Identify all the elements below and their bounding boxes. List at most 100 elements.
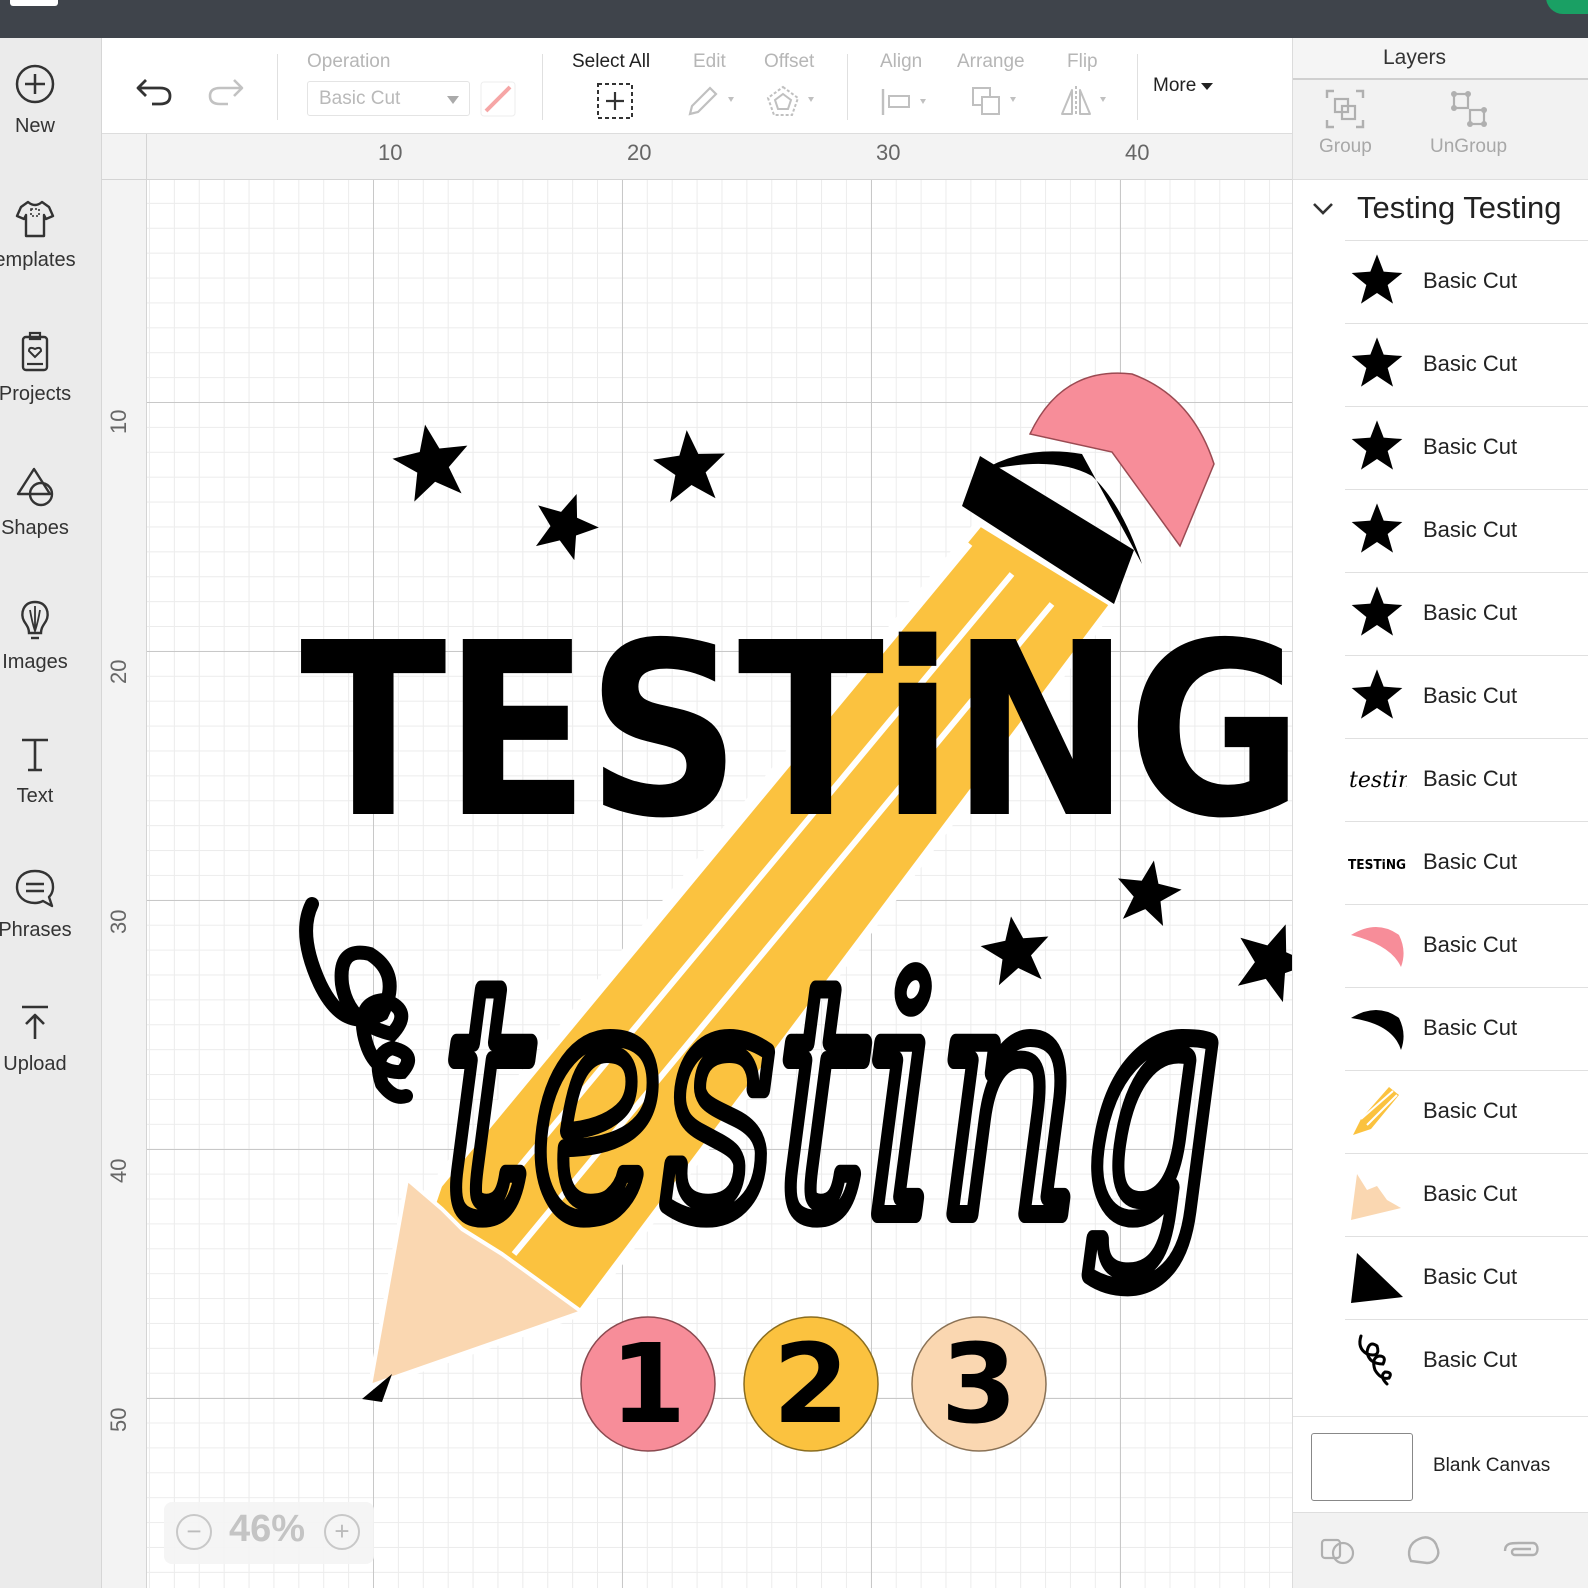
flip-label: Flip bbox=[1067, 51, 1098, 72]
chevron-down-icon[interactable] bbox=[1309, 194, 1337, 222]
select-all-icon[interactable] bbox=[596, 82, 634, 120]
material-color-swatch[interactable] bbox=[480, 81, 516, 117]
blank-canvas-row[interactable]: Blank Canvas bbox=[1293, 1416, 1588, 1512]
offset-icon[interactable] bbox=[766, 84, 822, 118]
layer-name: Basic Cut bbox=[1423, 600, 1518, 625]
nav-upload[interactable]: Upload bbox=[0, 1000, 102, 1110]
operation-select[interactable]: Basic Cut bbox=[307, 81, 470, 116]
ruler-tick: 20 bbox=[106, 659, 131, 684]
menu-icon[interactable] bbox=[10, 0, 58, 6]
shapes-icon bbox=[16, 467, 54, 507]
layer-row[interactable]: Basic Cut bbox=[1345, 1153, 1588, 1236]
more-label: More bbox=[1153, 75, 1197, 96]
layer-name: Basic Cut bbox=[1423, 351, 1518, 376]
nav-templates[interactable]: emplates bbox=[0, 196, 102, 306]
layer-thumbnail-testing-bold: TESTiNG bbox=[1347, 832, 1407, 894]
layer-row[interactable]: Basic Cut bbox=[1345, 1070, 1588, 1153]
canvas-swatch[interactable] bbox=[1311, 1433, 1413, 1501]
layer-row[interactable]: Basic Cut bbox=[1345, 904, 1588, 987]
nav-templates-label: emplates bbox=[0, 249, 76, 271]
layer-thumbnail-peach-tip bbox=[1347, 1164, 1407, 1226]
arrange-icon[interactable] bbox=[970, 84, 1024, 118]
nav-images[interactable]: Images bbox=[0, 598, 102, 708]
undo-icon[interactable] bbox=[134, 72, 174, 108]
offset-label: Offset bbox=[764, 51, 815, 72]
layers-footer bbox=[1293, 1512, 1588, 1588]
layer-row[interactable]: Basic Cut bbox=[1345, 655, 1588, 738]
blank-canvas-label: Blank Canvas bbox=[1433, 1455, 1551, 1476]
toolbar-divider bbox=[1137, 54, 1138, 120]
layer-row[interactable]: Basic Cut bbox=[1345, 406, 1588, 489]
canvas-grid bbox=[147, 180, 1292, 1588]
ungroup-label: UnGroup bbox=[1430, 136, 1508, 157]
left-sidebar: New emplates Projects Shapes Images Text… bbox=[0, 38, 102, 1588]
select-all-label: Select All bbox=[572, 51, 651, 72]
layer-row[interactable]: Basic Cut bbox=[1345, 489, 1588, 572]
upload-arrow-icon bbox=[22, 1005, 48, 1039]
operation-label: Operation bbox=[307, 51, 391, 72]
layer-thumbnail-black-triangle bbox=[1347, 1247, 1407, 1309]
ungroup-button[interactable]: UnGroup bbox=[1430, 88, 1507, 158]
align-icon[interactable] bbox=[880, 86, 934, 118]
flip-icon[interactable] bbox=[1060, 84, 1114, 118]
layer-name: Basic Cut bbox=[1423, 434, 1518, 459]
redo-icon[interactable] bbox=[206, 72, 246, 108]
edit-toolbar: Operation Basic Cut Select All Edit Offs… bbox=[102, 38, 1292, 134]
nav-text[interactable]: Text bbox=[0, 732, 102, 842]
weld-icon[interactable] bbox=[1405, 1531, 1443, 1569]
nav-images-label: Images bbox=[2, 651, 68, 673]
layer-row[interactable]: Basic Cut bbox=[1345, 1319, 1588, 1402]
layer-thumbnail-yellow-pencil bbox=[1347, 1081, 1407, 1143]
operation-value: Basic Cut bbox=[319, 88, 401, 109]
more-menu[interactable]: More bbox=[1153, 75, 1214, 97]
nav-text-label: Text bbox=[16, 785, 54, 807]
nav-phrases[interactable]: Phrases bbox=[0, 866, 102, 976]
layer-name: Basic Cut bbox=[1423, 1015, 1518, 1040]
layer-row[interactable]: Basic Cut bbox=[1345, 240, 1588, 323]
layer-thumbnail-black-band bbox=[1347, 998, 1407, 1060]
layers-tab[interactable]: Layers bbox=[1293, 38, 1588, 80]
layer-thumbnail-star bbox=[1347, 583, 1407, 645]
layer-row[interactable]: Basic Cut bbox=[1345, 323, 1588, 406]
layer-row[interactable]: Basic Cut bbox=[1345, 987, 1588, 1070]
layer-name: Basic Cut bbox=[1423, 517, 1518, 542]
layer-name: Basic Cut bbox=[1423, 849, 1518, 874]
attach-icon[interactable] bbox=[1499, 1531, 1543, 1569]
layer-row[interactable]: Basic Cut bbox=[1345, 572, 1588, 655]
group-button[interactable]: Group bbox=[1319, 88, 1372, 158]
layer-row[interactable]: Basic Cut bbox=[1345, 1236, 1588, 1319]
nav-phrases-label: Phrases bbox=[0, 919, 72, 941]
design-canvas[interactable]: 10 20 30 40 0 10 20 30 40 50 bbox=[102, 134, 1292, 1588]
layer-row[interactable]: TESTiNG Basic Cut bbox=[1345, 821, 1588, 904]
nav-new[interactable]: New bbox=[0, 62, 102, 172]
make-it-button[interactable] bbox=[1546, 0, 1588, 14]
zoom-in-button[interactable]: + bbox=[324, 1514, 360, 1550]
layer-thumbnail-star bbox=[1347, 251, 1407, 313]
nav-shapes[interactable]: Shapes bbox=[0, 464, 102, 574]
caret-down-icon bbox=[1201, 83, 1214, 90]
layer-row[interactable]: testing Basic Cut bbox=[1345, 738, 1588, 821]
zoom-control: − 46% + bbox=[164, 1502, 374, 1564]
nav-projects[interactable]: Projects bbox=[0, 330, 102, 440]
slice-icon[interactable] bbox=[1319, 1531, 1357, 1569]
layer-thumbnail-pink-eraser bbox=[1347, 915, 1407, 977]
layer-name: Basic Cut bbox=[1423, 932, 1518, 957]
toolbar-divider bbox=[277, 54, 278, 120]
ruler-tick: 20 bbox=[627, 140, 652, 165]
zoom-out-button[interactable]: − bbox=[176, 1514, 212, 1550]
tshirt-icon bbox=[15, 200, 55, 238]
layer-thumbnail-star bbox=[1347, 417, 1407, 479]
chevron-down-icon bbox=[447, 96, 459, 104]
layer-name: Basic Cut bbox=[1423, 1098, 1518, 1123]
layer-group-row[interactable]: Testing Testing bbox=[1293, 180, 1588, 240]
horizontal-ruler: 10 20 30 40 bbox=[102, 134, 1292, 180]
nav-projects-label: Projects bbox=[0, 383, 72, 405]
ruler-tick: 40 bbox=[106, 1158, 131, 1183]
top-app-bar bbox=[0, 0, 1588, 38]
nav-shapes-label: Shapes bbox=[1, 517, 69, 539]
arrange-label: Arrange bbox=[957, 51, 1025, 72]
vertical-ruler: 0 10 20 30 40 50 bbox=[102, 134, 147, 1588]
nav-new-label: New bbox=[14, 115, 55, 137]
plus-circle-icon bbox=[15, 64, 55, 104]
edit-pencil-icon[interactable] bbox=[686, 84, 740, 118]
